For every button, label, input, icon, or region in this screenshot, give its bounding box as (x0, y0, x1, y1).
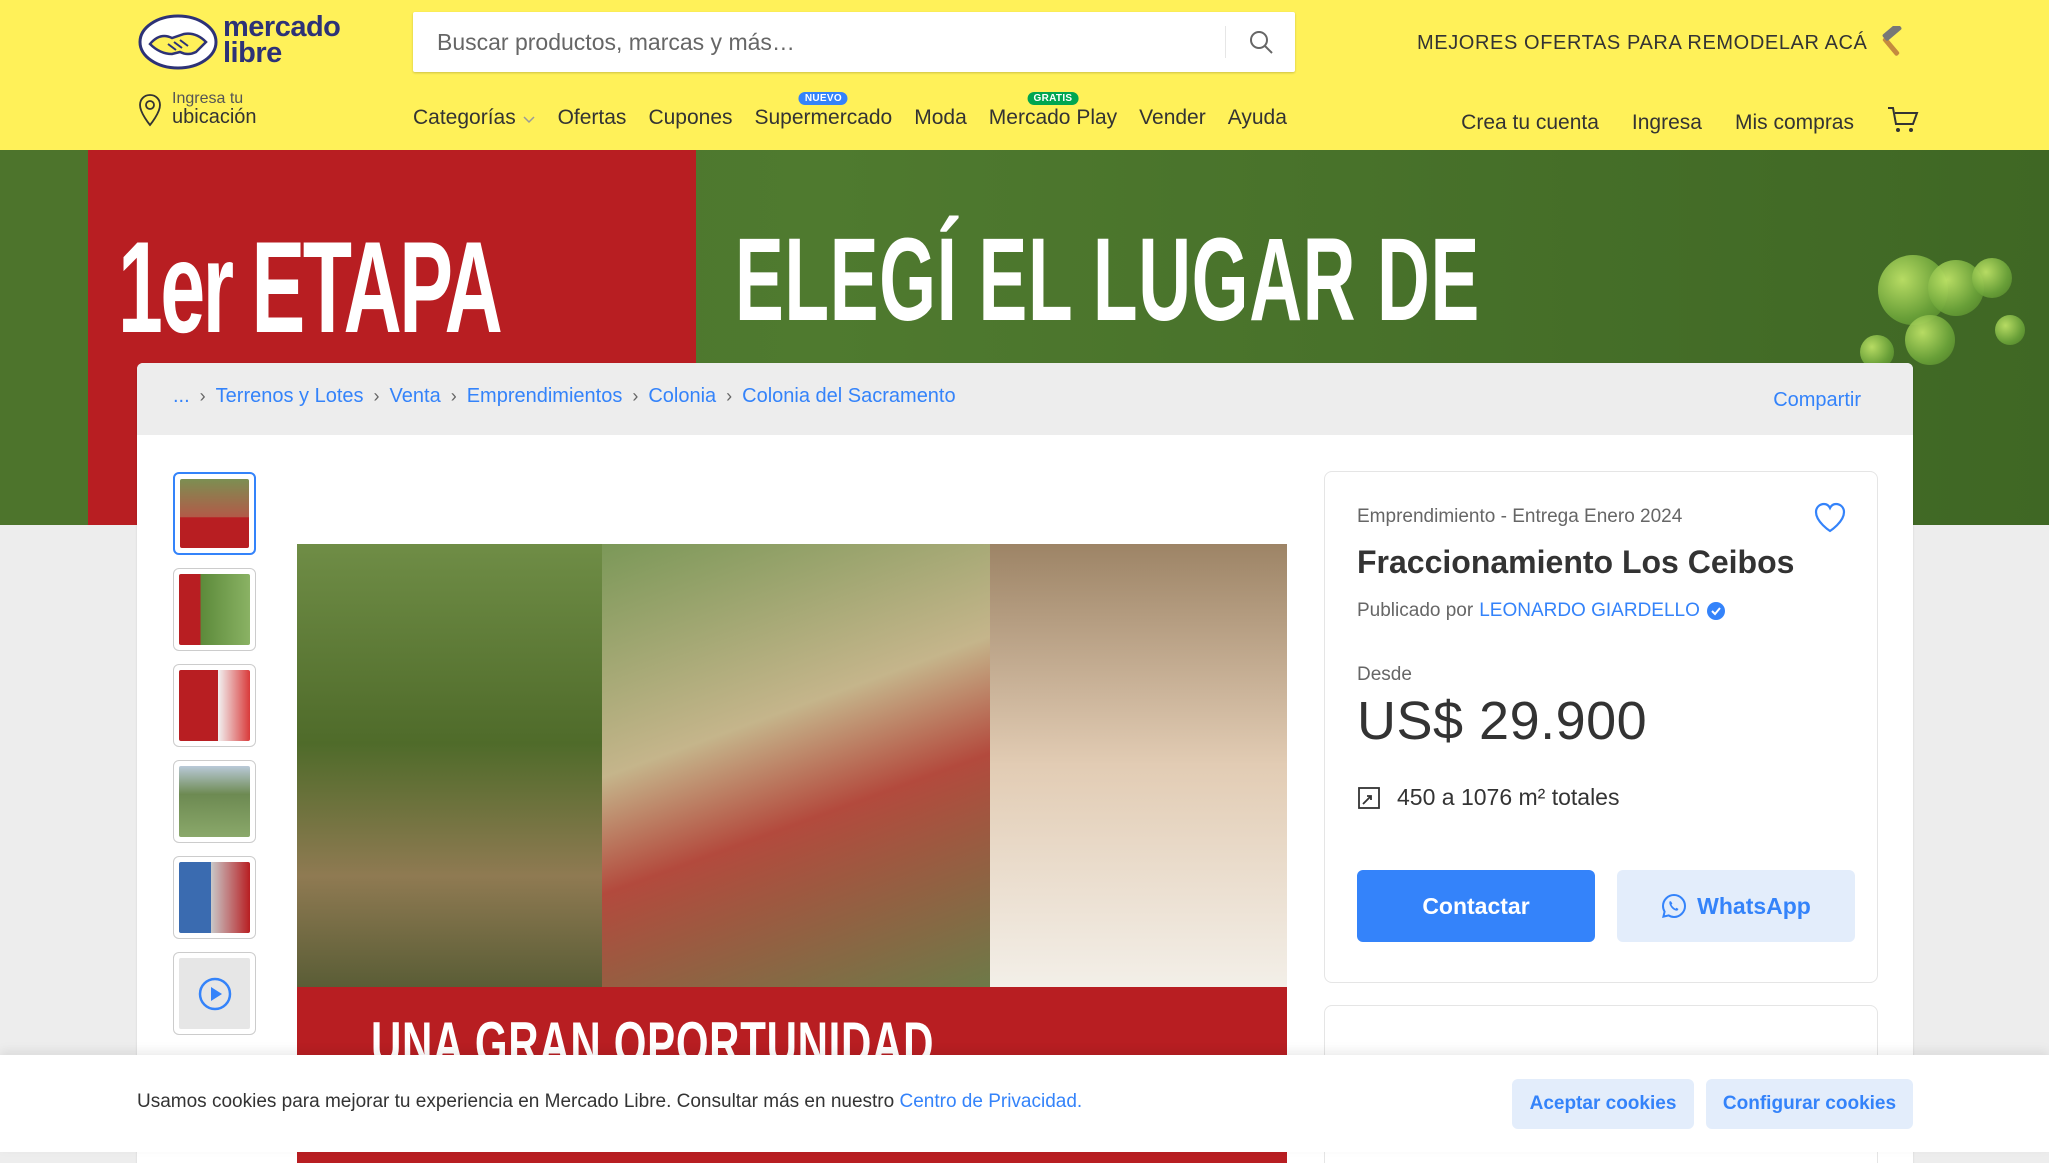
badge-nuevo: NUEVO (798, 92, 848, 105)
nav-mercado-play[interactable]: GRATIS Mercado Play (989, 92, 1117, 130)
search-divider (1225, 26, 1226, 58)
listing-card: ... › Terrenos y Lotes › Venta › Emprend… (137, 363, 1913, 1163)
chevron-right-icon: › (199, 386, 206, 406)
nav-categorias[interactable]: Categorías (413, 106, 536, 130)
privacy-center-link[interactable]: Centro de Privacidad. (899, 1091, 1082, 1112)
my-purchases-link[interactable]: Mis compras (1735, 111, 1854, 135)
gallery-thumbnail[interactable] (173, 856, 256, 939)
nav-supermercado[interactable]: NUEVO Supermercado (755, 92, 892, 130)
chevron-down-icon (523, 116, 535, 124)
search-bar (413, 12, 1295, 72)
nav-ayuda[interactable]: Ayuda (1228, 106, 1287, 130)
whatsapp-icon (1662, 893, 1687, 919)
header: mercado libre MEJORES OFERTAS PARA REMOD… (0, 0, 2049, 150)
logo-text: mercado libre (223, 11, 341, 69)
heart-icon (1814, 502, 1846, 533)
area-text: 450 a 1076 m² totales (1397, 784, 1620, 810)
listing-title: Fraccionamiento Los Ceibos (1357, 544, 1795, 580)
account-nav: Crea tu cuenta Ingresa Mis compras (1461, 106, 1919, 140)
breadcrumb-colonia[interactable]: Colonia (648, 385, 716, 408)
bubble-decoration (1905, 315, 1955, 365)
published-by-label: Publicado por (1357, 600, 1474, 621)
bubble-decoration (1972, 258, 2012, 298)
location-selector[interactable]: Ingresa tu ubicación (138, 90, 257, 129)
gallery-thumbnail[interactable] (173, 568, 256, 651)
breadcrumb-bar: ... › Terrenos y Lotes › Venta › Emprend… (137, 363, 1913, 435)
gallery-thumbnail[interactable] (173, 664, 256, 747)
gallery-thumbnail[interactable] (173, 472, 256, 555)
price-label: Desde (1357, 664, 1412, 685)
breadcrumb-terrenos[interactable]: Terrenos y Lotes (216, 385, 364, 408)
handshake-logo-icon (138, 14, 218, 70)
gallery-video-thumbnail[interactable] (173, 952, 256, 1035)
whatsapp-button[interactable]: WhatsApp (1617, 870, 1855, 942)
contact-button[interactable]: Contactar (1357, 870, 1595, 942)
chevron-right-icon: › (632, 386, 639, 406)
nav-ofertas[interactable]: Ofertas (558, 106, 627, 130)
gallery-thumbnail[interactable] (173, 760, 256, 843)
chevron-right-icon: › (373, 386, 380, 406)
nav-vender[interactable]: Vender (1139, 106, 1206, 130)
listing-subtitle: Emprendimiento - Entrega Enero 2024 (1357, 506, 1683, 527)
favorite-button[interactable] (1813, 502, 1847, 539)
photo-woman-headphones (990, 544, 1287, 987)
breadcrumb-venta[interactable]: Venta (390, 385, 441, 408)
create-account-link[interactable]: Crea tu cuenta (1461, 111, 1599, 135)
banner-stage-text: 1er ETAPA (118, 214, 503, 360)
play-icon (198, 977, 231, 1010)
banner-headline: ELEGÍ EL LUGAR DE (735, 214, 1480, 346)
cookie-message: Usamos cookies para mejorar tu experienc… (137, 1091, 1083, 1112)
promo-text: MEJORES OFERTAS PARA REMODELAR ACÁ (1417, 31, 1868, 54)
main-nav: Categorías Ofertas Cupones NUEVO Superme… (413, 92, 1287, 130)
verified-badge-icon (1706, 602, 1725, 620)
location-pin-icon (139, 93, 161, 126)
listing-area: 450 a 1076 m² totales (1357, 784, 1619, 811)
badge-gratis: GRATIS (1027, 92, 1079, 105)
location-value: ubicación (172, 106, 257, 128)
login-link[interactable]: Ingresa (1632, 111, 1702, 135)
search-button[interactable] (1227, 12, 1295, 72)
seller-link[interactable]: LEONARDO GIARDELLO (1479, 600, 1700, 622)
share-link[interactable]: Compartir (1773, 389, 1861, 412)
photo-children-tree (297, 544, 602, 987)
configure-cookies-button[interactable]: Configurar cookies (1706, 1079, 1913, 1129)
search-icon (1250, 31, 1273, 54)
area-icon (1358, 786, 1380, 809)
mercado-libre-logo[interactable]: mercado libre (138, 11, 348, 70)
search-input[interactable] (413, 12, 1225, 72)
promo-link[interactable]: MEJORES OFERTAS PARA REMODELAR ACÁ (1417, 26, 1908, 60)
breadcrumb-colonia-del-sacramento[interactable]: Colonia del Sacramento (742, 385, 955, 408)
cookie-banner: Usamos cookies para mejorar tu experienc… (0, 1055, 2049, 1152)
nav-cupones[interactable]: Cupones (648, 106, 732, 130)
breadcrumb: ... › Terrenos y Lotes › Venta › Emprend… (173, 385, 956, 408)
bubble-decoration (1995, 315, 2025, 345)
hammer-icon (1882, 26, 1901, 56)
accept-cookies-button[interactable]: Aceptar cookies (1512, 1079, 1694, 1129)
chevron-right-icon: › (450, 386, 457, 406)
cart-icon (1888, 107, 1919, 132)
listing-price: US$ 29.900 (1357, 691, 1648, 751)
chevron-right-icon: › (726, 386, 733, 406)
whatsapp-label: WhatsApp (1697, 892, 1811, 919)
photo-man-hammock (602, 544, 990, 987)
published-by: Publicado por LEONARDO GIARDELLO (1357, 600, 1726, 622)
cart-button[interactable] (1887, 106, 1919, 140)
listing-info-panel: Emprendimiento - Entrega Enero 2024 Frac… (1324, 471, 1878, 983)
nav-moda[interactable]: Moda (914, 106, 967, 130)
gallery-thumbnails (173, 472, 256, 1035)
breadcrumb-emprendimientos[interactable]: Emprendimientos (467, 385, 623, 408)
breadcrumb-more[interactable]: ... (173, 385, 190, 408)
